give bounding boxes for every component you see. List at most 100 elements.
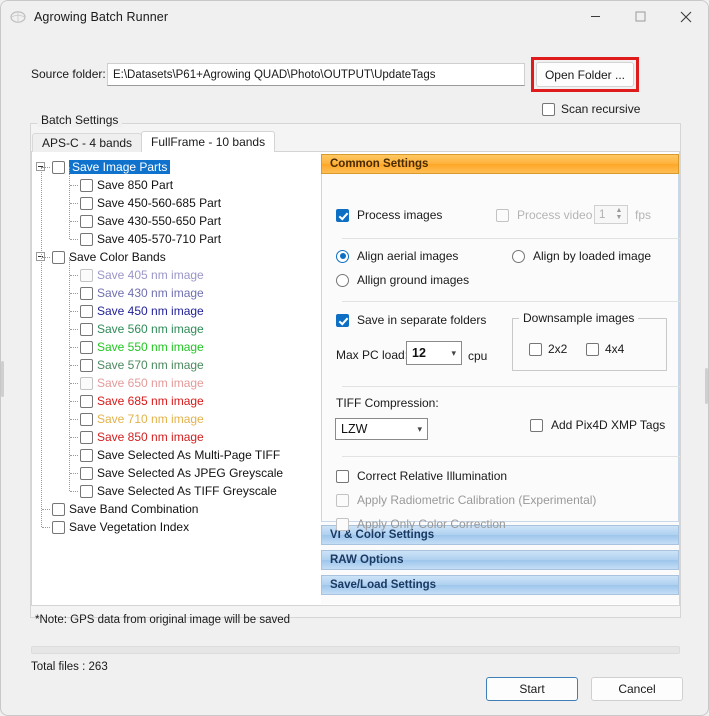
align-aerial-row[interactable]: Align aerial images (336, 249, 458, 263)
start-button[interactable]: Start (486, 677, 578, 701)
source-folder-input[interactable] (107, 63, 525, 86)
tree-branch-dash (70, 203, 78, 204)
downsample-4x4-row[interactable]: 4x4 (586, 342, 624, 356)
apply-only-color-correction-row[interactable]: Apply Only Color Correction (336, 517, 506, 531)
max-pc-load-select[interactable]: 12 ▾ (406, 341, 462, 365)
tree-item[interactable]: Save Vegetation Index (52, 518, 189, 536)
tree-item[interactable]: Save 430 nm image (80, 284, 204, 302)
tree-item[interactable]: Save 560 nm image (80, 320, 204, 338)
tab-apsc-4-bands[interactable]: APS-C - 4 bands (32, 133, 143, 152)
correct-relative-illumination-checkbox[interactable] (336, 469, 349, 483)
tree-item-checkbox[interactable] (80, 484, 93, 498)
tree-item-checkbox[interactable] (80, 376, 93, 390)
scan-recursive-checkbox[interactable] (542, 102, 555, 116)
tree-branch-dash (42, 257, 50, 258)
tree-item-label: Save 570 nm image (97, 358, 204, 372)
tree-item[interactable]: Save 450 nm image (80, 302, 204, 320)
tree-item-checkbox[interactable] (80, 412, 93, 426)
downsample-2x2-row[interactable]: 2x2 (529, 342, 567, 356)
minimize-button[interactable] (573, 1, 618, 32)
add-xmp-tags-row[interactable]: Add Pix4D XMP Tags (530, 418, 665, 432)
process-video-row[interactable]: Process video (496, 208, 592, 222)
tree-item-checkbox[interactable] (80, 196, 93, 210)
save-separate-folders-row[interactable]: Save in separate folders (336, 313, 486, 327)
open-folder-button[interactable]: Open Folder ... (536, 62, 634, 87)
apply-radiometric-calibration-checkbox[interactable] (336, 493, 349, 507)
tree-item[interactable]: Save Selected As TIFF Greyscale (80, 482, 277, 500)
fps-spinner[interactable]: 1 ▲ ▼ (594, 205, 628, 224)
add-xmp-tags-checkbox[interactable] (530, 418, 543, 432)
tree-item[interactable]: Save 850 Part (80, 176, 173, 194)
align-aerial-radio[interactable] (336, 249, 349, 263)
cancel-button[interactable]: Cancel (591, 677, 683, 701)
downsample-2x2-checkbox[interactable] (529, 342, 542, 356)
process-video-checkbox[interactable] (496, 208, 509, 222)
tree-item[interactable]: Save 685 nm image (80, 392, 204, 410)
tree-item[interactable]: Save Band Combination (52, 500, 198, 518)
window-controls (573, 1, 708, 32)
tree-item-checkbox[interactable] (80, 268, 93, 282)
tree-item-label: Save 710 nm image (97, 412, 204, 426)
tree-item-checkbox[interactable] (52, 250, 65, 264)
tree-item[interactable]: Save 450-560-685 Part (80, 194, 221, 212)
save-separate-folders-checkbox[interactable] (336, 313, 349, 327)
scan-recursive-row[interactable]: Scan recursive (542, 102, 640, 116)
tree-item-checkbox[interactable] (80, 466, 93, 480)
apply-radiometric-calibration-row[interactable]: Apply Radiometric Calibration (Experimen… (336, 493, 596, 507)
left-edge-scroll-marker (1, 361, 4, 397)
align-ground-row[interactable]: Allign ground images (336, 273, 469, 287)
tree-branch-dash (70, 473, 78, 474)
chevron-down-icon: ▾ (417, 423, 422, 434)
tree-item[interactable]: Save Selected As Multi-Page TIFF (80, 446, 280, 464)
downsample-4x4-checkbox[interactable] (586, 342, 599, 356)
align-ground-radio[interactable] (336, 273, 349, 287)
save-options-tree[interactable]: Save Image Parts Save 850 Part Save 450-56… (34, 154, 320, 604)
tree-item-checkbox[interactable] (80, 178, 93, 192)
tree-item[interactable]: Save 550 nm image (80, 338, 204, 356)
tree-branch-dash (42, 167, 50, 168)
tree-item[interactable]: Save 570 nm image (80, 356, 204, 374)
tree-item-checkbox[interactable] (52, 520, 65, 534)
section-header-raw-options[interactable]: RAW Options (321, 550, 679, 570)
tree-item-checkbox[interactable] (80, 232, 93, 246)
right-edge-scroll-marker (705, 368, 708, 404)
process-video-label: Process video (517, 208, 593, 222)
close-button[interactable] (663, 1, 708, 32)
align-loaded-radio[interactable] (512, 249, 525, 263)
scan-recursive-label: Scan recursive (561, 102, 641, 116)
tree-item-checkbox[interactable] (52, 160, 65, 174)
tree-item-label: Save 550 nm image (97, 340, 204, 354)
process-images-checkbox[interactable] (336, 208, 349, 222)
tree-item-checkbox[interactable] (80, 448, 93, 462)
tree-item[interactable]: Save 405 nm image (80, 266, 204, 284)
save-separate-folders-label: Save in separate folders (357, 313, 487, 327)
tree-item-checkbox[interactable] (80, 214, 93, 228)
tree-item-checkbox[interactable] (80, 430, 93, 444)
tiff-compression-select[interactable]: LZW ▾ (335, 418, 428, 440)
tree-item-checkbox[interactable] (80, 394, 93, 408)
maximize-button[interactable] (618, 1, 663, 32)
tree-item[interactable]: Save Selected As JPEG Greyscale (80, 464, 283, 482)
tab-fullframe-10-bands[interactable]: FullFrame - 10 bands (141, 131, 276, 152)
source-folder-row: Source folder: Open Folder ... Scan recu… (1, 57, 708, 116)
align-loaded-row[interactable]: Align by loaded image (512, 249, 651, 263)
tree-item[interactable]: Save 710 nm image (80, 410, 204, 428)
tree-item-checkbox[interactable] (80, 340, 93, 354)
tree-item-checkbox[interactable] (80, 322, 93, 336)
tree-item[interactable]: Save 430-550-650 Part (80, 212, 221, 230)
tree-item[interactable]: Save 405-570-710 Part (80, 230, 221, 248)
chevron-down-icon: ▾ (451, 347, 456, 358)
align-aerial-label: Align aerial images (357, 249, 459, 263)
tree-item-checkbox[interactable] (80, 286, 93, 300)
section-header-save-load-settings[interactable]: Save/Load Settings (321, 575, 679, 595)
tree-item[interactable]: Save 850 nm image (80, 428, 204, 446)
process-images-row[interactable]: Process images (336, 208, 442, 222)
section-header-common-settings[interactable]: Common Settings (321, 154, 679, 174)
tree-item-checkbox[interactable] (52, 502, 65, 516)
tree-item-checkbox[interactable] (80, 358, 93, 372)
correct-relative-illumination-row[interactable]: Correct Relative Illumination (336, 469, 507, 483)
tree-item[interactable]: Save 650 nm image (80, 374, 204, 392)
apply-only-color-correction-checkbox[interactable] (336, 517, 349, 531)
tree-item-checkbox[interactable] (80, 304, 93, 318)
spinner-arrows-icon[interactable]: ▲ ▼ (613, 207, 625, 222)
